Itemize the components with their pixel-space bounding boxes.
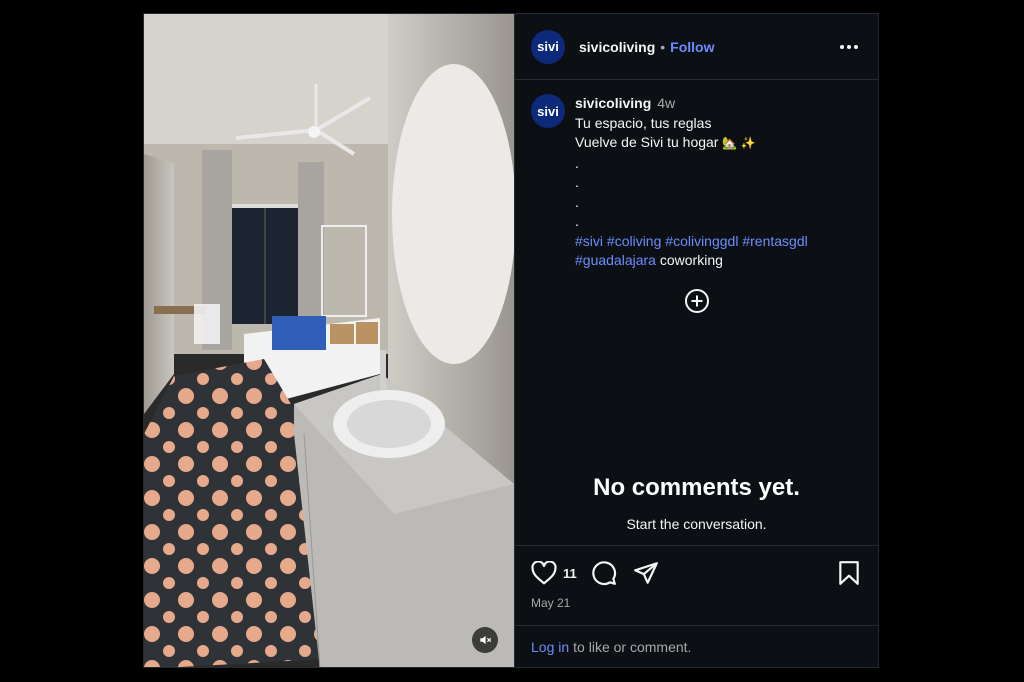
caption-dot: . xyxy=(575,193,579,210)
caption-avatar[interactable]: sivi xyxy=(531,94,565,128)
login-prompt: Log in to like or comment. xyxy=(515,625,878,667)
login-prompt-text: to like or comment. xyxy=(573,638,692,655)
share-button[interactable] xyxy=(633,560,659,586)
caption-text: sivicoliving 4w Tu espacio, tus reglas Vu… xyxy=(575,94,808,271)
post-video[interactable] xyxy=(144,14,514,667)
heart-icon xyxy=(531,561,557,585)
empty-comments-subtitle: Start the conversation. xyxy=(626,516,767,532)
mute-button[interactable] xyxy=(472,627,498,653)
post-date[interactable]: May 21 xyxy=(531,596,860,610)
post-side-panel: sivi sivicoliving • Follow sivi sivicoli… xyxy=(514,14,878,667)
separator-dot: • xyxy=(660,38,666,55)
action-bar: 11 May 21 xyxy=(515,545,878,625)
like-button[interactable] xyxy=(531,561,557,585)
comment-bubble-icon xyxy=(592,561,616,586)
empty-comments-title: No comments yet. xyxy=(593,474,800,501)
save-button[interactable] xyxy=(838,560,860,586)
load-more-comments-icon[interactable] xyxy=(684,288,710,314)
avatar[interactable]: sivi xyxy=(531,29,565,64)
hashtag-link[interactable]: #sivi xyxy=(575,233,603,249)
follow-button[interactable]: Follow xyxy=(670,39,714,55)
hashtags: #sivi #coliving #colivinggdl #rentasgdl … xyxy=(575,232,808,271)
hashtag-link[interactable]: #guadalajara xyxy=(575,252,656,268)
caption-dot: . xyxy=(575,174,579,190)
bookmark-icon xyxy=(839,561,859,585)
username-link[interactable]: sivicoliving xyxy=(579,39,655,55)
hashtag-link[interactable]: #rentasgdl xyxy=(742,233,807,249)
more-options-icon[interactable] xyxy=(840,39,858,55)
caption-trailing-word: coworking xyxy=(659,252,723,268)
post-dialog: sivi sivicoliving • Follow sivi sivicoli… xyxy=(143,13,879,668)
speaker-muted-icon xyxy=(480,635,492,645)
hashtag-link[interactable]: #colivinggdl xyxy=(665,233,738,249)
caption-line-1: Tu espacio, tus reglas xyxy=(575,114,712,131)
caption-line-2-text: Vuelve de Sivi tu hogar xyxy=(575,134,719,150)
caption-dot: . xyxy=(575,154,579,171)
house-sparkles-emoji: 🏡 ✨ xyxy=(722,136,756,150)
hashtag-link[interactable]: #coliving xyxy=(607,233,661,249)
login-link[interactable]: Log in xyxy=(531,639,569,655)
paper-plane-icon xyxy=(633,562,658,584)
room-photo xyxy=(144,14,514,667)
caption: sivi sivicoliving 4w Tu espacio, tus regl… xyxy=(531,94,862,271)
like-count[interactable]: 11 xyxy=(563,566,577,581)
caption-username[interactable]: sivicoliving xyxy=(575,95,651,111)
comment-button[interactable] xyxy=(591,560,617,586)
post-header: sivi sivicoliving • Follow xyxy=(515,14,878,80)
caption-line-2: Vuelve de Sivi tu hogar 🏡 ✨ xyxy=(575,133,808,154)
empty-comments: No comments yet. Start the conversation. xyxy=(515,474,878,532)
comments-section: sivi sivicoliving 4w Tu espacio, tus regl… xyxy=(515,80,878,545)
caption-dot: . xyxy=(575,213,579,229)
caption-time: 4w xyxy=(657,95,676,111)
